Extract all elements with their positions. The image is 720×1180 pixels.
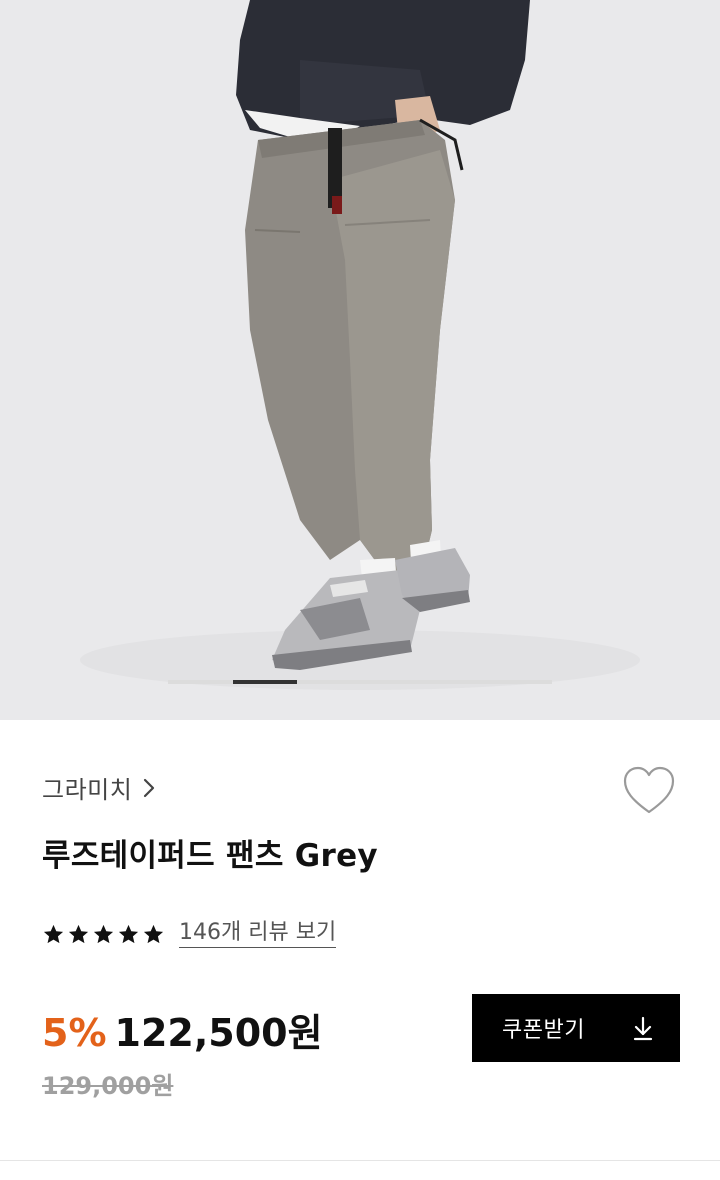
original-price: 129,000원: [42, 1072, 174, 1100]
brand-name: 그라미치: [42, 776, 133, 804]
product-image[interactable]: [0, 0, 720, 720]
sale-price: 122,500원: [114, 1011, 323, 1055]
star-filled-icon: [142, 923, 165, 946]
heart-outline-icon: [620, 766, 678, 822]
carousel-indicator-track: [168, 680, 552, 684]
coupon-button-label: 쿠폰받기: [502, 1018, 585, 1043]
discount-rate: 5%: [42, 1011, 107, 1055]
coupon-button[interactable]: 쿠폰받기: [472, 994, 680, 1062]
star-filled-icon: [92, 923, 115, 946]
star-filled-icon: [42, 923, 65, 946]
product-photo: [0, 0, 720, 720]
star-rating: [42, 923, 165, 946]
wishlist-button[interactable]: [620, 764, 678, 818]
chevron-right-icon: [140, 777, 158, 799]
review-link[interactable]: 146개 리뷰 보기: [179, 920, 337, 948]
star-filled-icon: [117, 923, 140, 946]
product-title: 루즈테이퍼드 팬츠 Grey: [42, 838, 378, 874]
carousel-indicator-active: [233, 680, 297, 684]
rating-row: 146개 리뷰 보기: [42, 920, 337, 948]
star-filled-icon: [67, 923, 90, 946]
price-row: 5% 122,500원: [42, 1002, 323, 1057]
brand-link[interactable]: 그라미치: [42, 770, 158, 805]
section-divider: [0, 1160, 720, 1161]
download-icon: [632, 1015, 654, 1041]
